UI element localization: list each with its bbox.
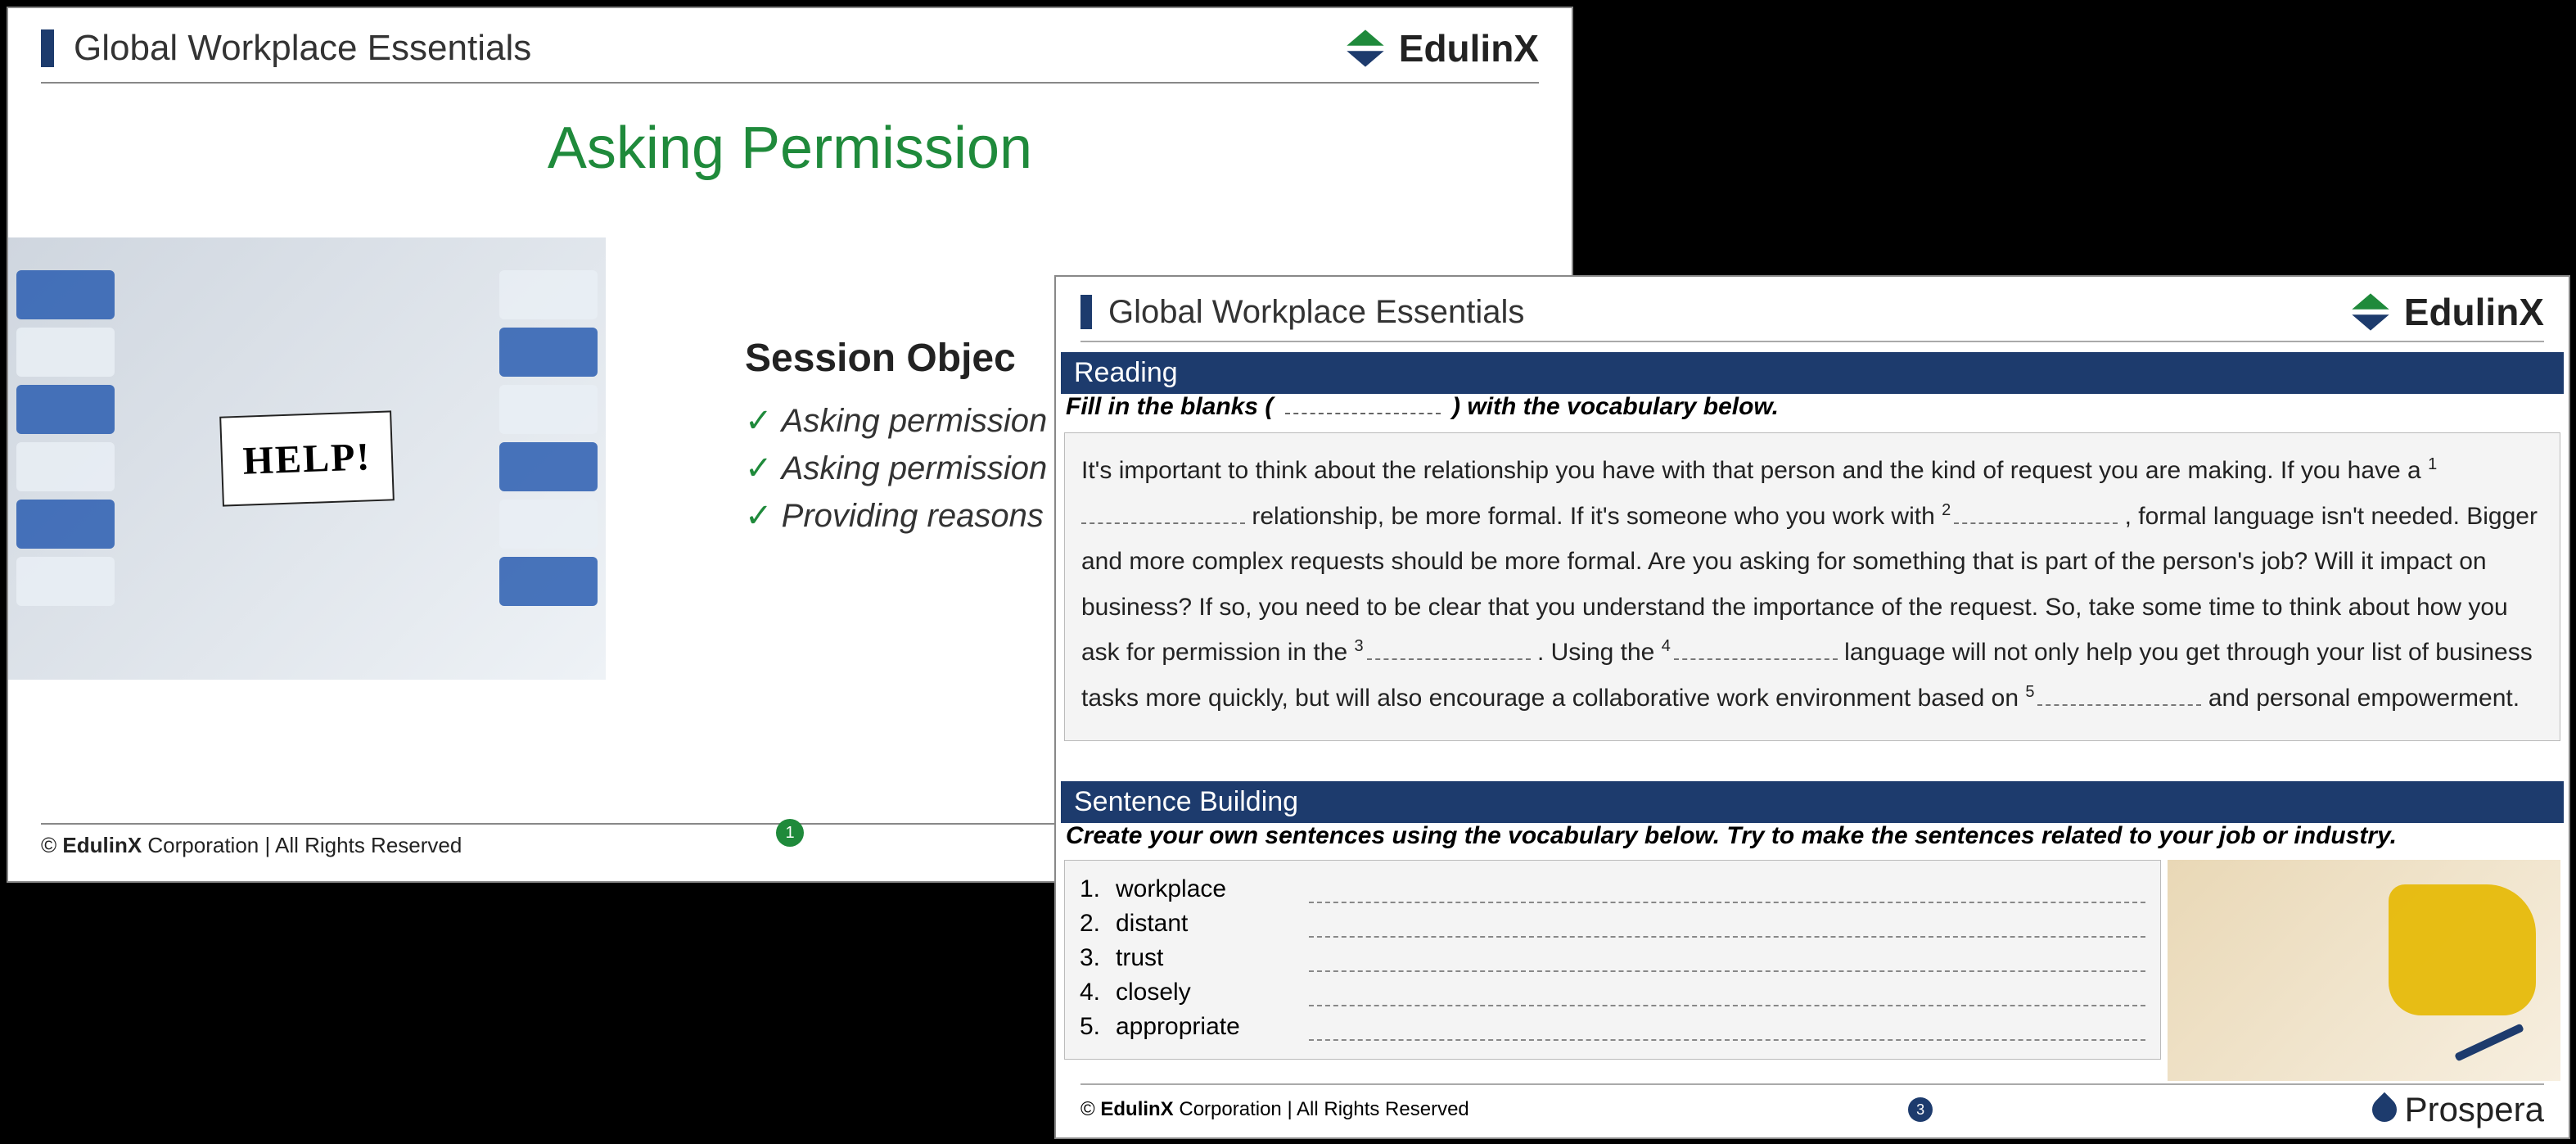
prospera-text: Prospera [2405, 1090, 2544, 1129]
copyright-prefix: © [41, 833, 62, 857]
sentence-write-line-5[interactable] [1309, 1039, 2145, 1041]
logo-text: EdulinX [1399, 26, 1539, 70]
reading-instruction: Fill in the blanks ( ) with the vocabula… [1066, 393, 1779, 421]
copyright: © EdulinX Corporation | All Rights Reser… [41, 833, 462, 857]
sentence-building-instruction: Create your own sentences using the voca… [1066, 822, 2559, 850]
passage-text: It's important to think about the relati… [1081, 457, 2428, 484]
vocab-row: 1. workplace [1080, 875, 2145, 903]
reading-section-bar: Reading [1061, 352, 2564, 394]
vocab-number: 2. [1080, 910, 1116, 938]
help-sign: HELP! [219, 410, 395, 506]
sentence-write-line-4[interactable] [1309, 1005, 2145, 1006]
objective-item: Asking permission [745, 402, 1047, 440]
vocab-word: distant [1116, 910, 1304, 938]
session-objectives: Session Objec Asking permission Asking p… [745, 336, 1047, 545]
slide3-header: Global Workplace Essentials EdulinX [1080, 290, 2544, 342]
header-accent-bar [41, 29, 54, 67]
sentence-write-line-1[interactable] [1309, 902, 2145, 903]
logo-mark-icon [1343, 26, 1387, 70]
fill-blank-2[interactable] [1954, 522, 2118, 524]
slide1-hero-image: HELP! [8, 237, 606, 680]
vocab-row: 2. distant [1080, 910, 2145, 938]
passage-text: . Using the [1537, 639, 1662, 666]
fill-blank-5[interactable] [2037, 704, 2201, 706]
blank-number: 3 [1354, 637, 1363, 655]
vocab-number: 4. [1080, 979, 1116, 1006]
page-number-badge: 1 [776, 819, 804, 847]
copyright-brand: EdulinX [1100, 1098, 1173, 1120]
vocab-row: 3. trust [1080, 944, 2145, 972]
edulinx-logo: EdulinX [1343, 26, 1539, 70]
vocab-box: 1. workplace 2. distant 3. trust 4. clos… [1064, 860, 2161, 1060]
blank-number: 4 [1662, 637, 1671, 655]
objectives-heading: Session Objec [745, 336, 1047, 381]
slide1-main-title: Asking Permission [8, 115, 1572, 182]
sentence-write-line-2[interactable] [1309, 936, 2145, 938]
prospera-mark-icon [2366, 1092, 2401, 1127]
decorative-scarf [2389, 884, 2536, 1015]
copyright-prefix: © [1080, 1098, 1100, 1120]
vocab-number: 1. [1080, 875, 1116, 903]
vocab-row: 5. appropriate [1080, 1013, 2145, 1041]
vocab-number: 5. [1080, 1013, 1116, 1041]
copyright-suffix: Corporation | All Rights Reserved [142, 833, 462, 857]
blank-number: 5 [2025, 683, 2034, 701]
objective-item: Providing reasons [745, 497, 1047, 535]
page-number-badge: 3 [1908, 1097, 1933, 1122]
course-title: Global Workplace Essentials [1108, 294, 1524, 331]
fill-blank-4[interactable] [1674, 658, 1838, 660]
prospera-logo: Prospera [2372, 1090, 2544, 1129]
fill-blank-3[interactable] [1367, 658, 1531, 660]
header-accent-bar [1080, 295, 1092, 329]
copyright: © EdulinX Corporation | All Rights Reser… [1080, 1098, 1469, 1121]
decorative-binders-right [499, 270, 598, 647]
pen-icon [2454, 1023, 2524, 1061]
blank-number: 1 [2428, 455, 2437, 473]
passage-text: relationship, be more formal. If it's so… [1252, 503, 1942, 530]
vocab-word: appropriate [1116, 1013, 1304, 1041]
slide-3: Global Workplace Essentials EdulinX Read… [1054, 275, 2570, 1139]
sentence-building-section-bar: Sentence Building [1061, 781, 2564, 823]
objective-item: Asking permission [745, 450, 1047, 487]
copyright-suffix: Corporation | All Rights Reserved [1174, 1098, 1469, 1120]
sentence-write-line-3[interactable] [1309, 970, 2145, 972]
reading-instruction-pre: Fill in the blanks ( [1066, 393, 1280, 420]
reading-instruction-post: ) with the vocabulary below. [1446, 393, 1779, 420]
vocab-word: closely [1116, 979, 1304, 1006]
course-title: Global Workplace Essentials [74, 28, 531, 69]
fill-blank-1[interactable] [1081, 522, 1245, 524]
blank-example-icon [1285, 413, 1441, 414]
slide1-header: Global Workplace Essentials EdulinX [41, 26, 1539, 84]
vocab-row: 4. closely [1080, 979, 2145, 1006]
vocab-number: 3. [1080, 944, 1116, 972]
slide3-footer: © EdulinX Corporation | All Rights Reser… [1080, 1083, 2544, 1129]
decorative-binders-left [16, 270, 115, 647]
edulinx-logo: EdulinX [2348, 290, 2544, 334]
logo-text: EdulinX [2404, 290, 2544, 334]
vocab-word: trust [1116, 944, 1304, 972]
vocab-word: workplace [1116, 875, 1304, 903]
copyright-brand: EdulinX [62, 833, 142, 857]
passage-text: and personal empowerment. [2208, 685, 2520, 712]
blank-number: 2 [1942, 501, 1951, 519]
slide3-side-image [2168, 860, 2560, 1081]
logo-mark-icon [2348, 290, 2393, 334]
reading-passage: It's important to think about the relati… [1064, 432, 2560, 741]
